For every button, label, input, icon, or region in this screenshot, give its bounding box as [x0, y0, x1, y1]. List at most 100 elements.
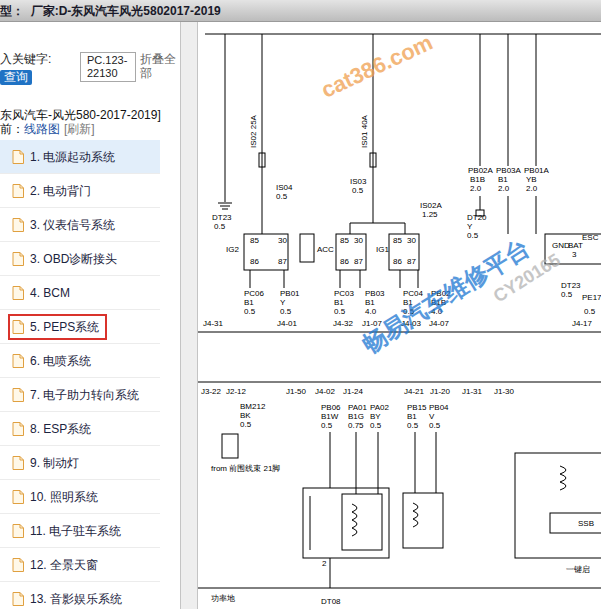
diagram-label: IS01 40A — [360, 114, 369, 148]
sidebar-item-label: 5. PEPS系统 — [30, 320, 99, 334]
diagram-label: 2.0 — [470, 184, 482, 193]
document-icon — [12, 218, 24, 232]
sidebar-item[interactable]: 13. 音影娱乐系统 — [0, 582, 160, 609]
document-icon — [12, 388, 24, 402]
diagram-label: DT08 — [321, 597, 341, 606]
diagram-label: 86 — [250, 257, 259, 266]
diagram-label: 85 — [250, 236, 259, 245]
diagram-label: J4-17 — [572, 319, 593, 328]
diagram-label: PA02 — [370, 403, 390, 412]
current-link[interactable]: 线路图 — [24, 122, 60, 136]
diagram-label: PA01 — [348, 403, 368, 412]
sidebar-item-inner: 4. BCM — [8, 280, 78, 306]
diagram-label: IS02A — [420, 201, 442, 210]
document-icon — [12, 184, 24, 198]
diagram-label: Y — [467, 222, 473, 231]
watermark: cat386.com — [317, 30, 436, 103]
diagram-label: J4-31 — [203, 319, 224, 328]
sidebar-item-inner: 13. 音影娱乐系统 — [8, 586, 130, 609]
diagram-label: 30 — [354, 236, 363, 245]
diagram-label: YB — [526, 175, 537, 184]
diagram-label: 2.0 — [526, 184, 538, 193]
diagram-label: IG2 — [226, 245, 239, 254]
sidebar-item-label: 13. 音影娱乐系统 — [30, 592, 122, 606]
diagram-label: J4-07 — [429, 319, 450, 328]
diagram-label: PB01A — [524, 166, 550, 175]
sidebar-item-inner: 2. 电动背门 — [8, 178, 99, 204]
sidebar-item[interactable]: 4. BCM — [0, 276, 160, 310]
diagram-label: B1 — [407, 412, 417, 421]
title-text: 型： 厂家:D-东风汽车风光5802017-2019 — [0, 2, 221, 20]
scroll-track[interactable] — [180, 22, 198, 609]
left-panel: 入关键字:查询PC.123-22130折叠全部东风汽车-风光580-2017-2… — [0, 22, 180, 609]
sidebar-item-label: 4. BCM — [30, 286, 70, 300]
diagram-label: DT20 — [467, 213, 487, 222]
diagram-label: 30 — [278, 236, 287, 245]
diagram-label: 0.5 — [321, 421, 333, 430]
diagram-label: ESC — [582, 233, 599, 242]
sidebar-list: 1. 电源起动系统 2. 电动背门 3. 仪表信号系统 3. OBD诊断接头 4. BC… — [0, 140, 180, 609]
watermark: CY20165 — [490, 250, 564, 307]
search-button[interactable]: 查询 — [0, 70, 32, 85]
sidebar-item[interactable]: 7. 电子助力转向系统 — [0, 378, 160, 412]
diagram-label: BAT — [568, 241, 583, 250]
sidebar-item[interactable]: 8. ESP系统 — [0, 412, 160, 446]
sidebar-item[interactable]: 6. 电喷系统 — [0, 344, 160, 378]
sidebar-item[interactable]: 3. 仪表信号系统 — [0, 208, 160, 242]
sidebar-item-inner: 8. ESP系统 — [8, 416, 99, 442]
search-area: 入关键字:查询PC.123-22130折叠全部 — [0, 22, 180, 100]
diagram-label: J4-02 — [315, 387, 336, 396]
diagram-label: 86 — [393, 257, 402, 266]
diagram-label: 3 — [572, 250, 577, 259]
wiring-diagram: IS02 25AIS01 40ADT230.5IS040.585308687IG… — [198, 22, 601, 607]
sidebar-item-label: 2. 电动背门 — [30, 184, 91, 198]
refresh-link[interactable]: [刷新] — [64, 122, 95, 136]
diagram-label: IS04 — [276, 183, 293, 192]
sidebar-item-inner: 3. OBD诊断接头 — [8, 246, 125, 272]
diagram-label: 功率地 — [211, 594, 235, 603]
diagram-label: J4-32 — [333, 319, 354, 328]
diagram-label: 87 — [354, 257, 363, 266]
sidebar-item-label: 1. 电源起动系统 — [30, 150, 115, 164]
document-icon — [12, 252, 24, 266]
collapse-all-link[interactable]: 折叠全部 — [140, 52, 178, 80]
search-input[interactable]: PC.123-22130 — [80, 52, 136, 82]
sidebar-item[interactable]: 10. 照明系统 — [0, 480, 160, 514]
sidebar-item-inner: 11. 电子驻车系统 — [8, 518, 129, 544]
diagram-label: 0.5 — [561, 290, 573, 299]
document-icon — [12, 524, 24, 538]
diagram-panel: IS02 25AIS01 40ADT230.5IS040.585308687IG… — [198, 22, 601, 609]
diagram-label: V — [429, 412, 435, 421]
diagram-label: 87 — [278, 257, 287, 266]
diagram-label: BK — [240, 411, 251, 420]
diagram-label: ACC — [317, 245, 334, 254]
diagram-label: B1 — [334, 298, 344, 307]
diagram-label: J1-50 — [286, 387, 307, 396]
sidebar-item-label: 10. 照明系统 — [30, 490, 98, 504]
sidebar-item-inner: 7. 电子助力转向系统 — [8, 382, 147, 408]
diagram-label: IS03 — [350, 177, 367, 186]
tree-root[interactable]: 东风汽车-风光580-2017-2019] — [0, 108, 180, 122]
diagram-label: PE17 — [582, 293, 601, 302]
diagram-label: 0.5 — [370, 421, 382, 430]
sidebar-item[interactable]: 5. PEPS系统 — [0, 310, 160, 344]
diagram-label: from 前围线束 21脚 — [211, 464, 280, 473]
sidebar-item-inner: 3. 仪表信号系统 — [8, 212, 123, 238]
diagram-label: 30 — [407, 236, 416, 245]
app-window: 型： 厂家:D-东风汽车风光5802017-2019入关键字:查询PC.123-… — [0, 0, 601, 609]
sidebar-item-label: 3. OBD诊断接头 — [30, 252, 117, 266]
tree-current: 前：线路图[刷新] — [0, 122, 180, 136]
diagram-label: J2-12 — [226, 387, 247, 396]
diagram-label: B1B — [470, 175, 485, 184]
sidebar-item[interactable]: 1. 电源起动系统 — [0, 140, 160, 174]
diagram-label: J1-31 — [462, 387, 483, 396]
sidebar-item[interactable]: 9. 制动灯 — [0, 446, 160, 480]
sidebar-item[interactable]: 11. 电子驻车系统 — [0, 514, 160, 548]
sidebar-item[interactable]: 12. 全景天窗 — [0, 548, 160, 582]
sidebar-item-label: 7. 电子助力转向系统 — [30, 388, 139, 402]
diagram-label: 0.5 — [280, 307, 292, 316]
sidebar-item[interactable]: 2. 电动背门 — [0, 174, 160, 208]
diagram-label: PB04 — [429, 403, 449, 412]
sidebar-item[interactable]: 3. OBD诊断接头 — [0, 242, 160, 276]
sidebar-item-inner: 9. 制动灯 — [8, 450, 87, 476]
